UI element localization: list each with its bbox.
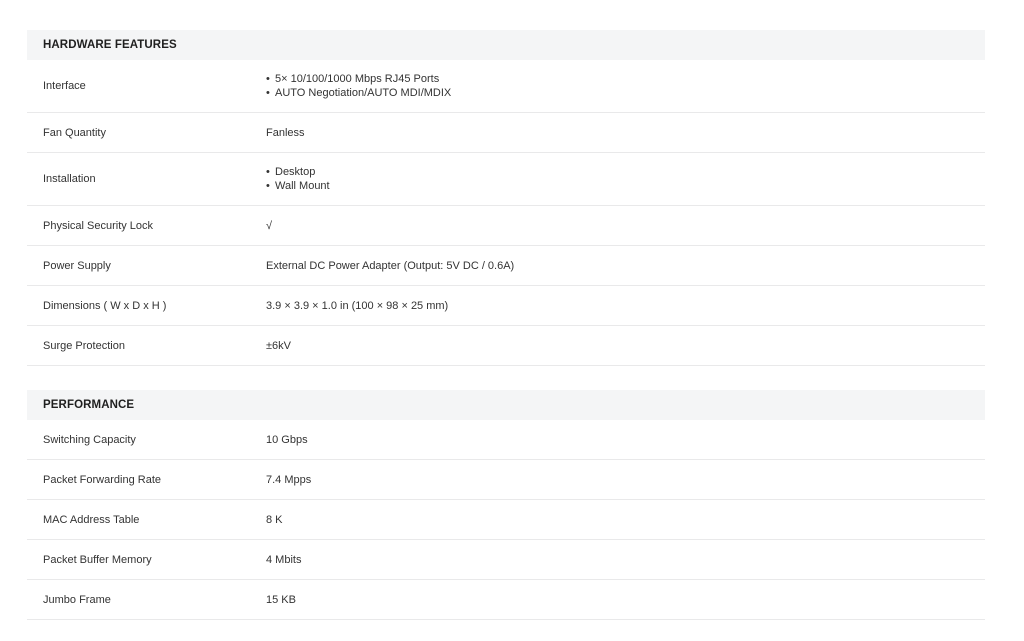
spec-label: Jumbo Frame	[43, 593, 111, 606]
spec-label: Installation	[43, 173, 96, 185]
section-title: HARDWARE FEATURES	[27, 30, 985, 60]
spec-value: 10 Gbps	[266, 433, 308, 446]
section-title: PERFORMANCE	[27, 390, 985, 420]
spec-label: Power Supply	[43, 259, 111, 272]
spec-table: HARDWARE FEATURES Interface 5× 10/100/10…	[27, 30, 985, 620]
spec-value: 4 Mbits	[266, 553, 302, 566]
spec-row-mac-address-table: MAC Address Table 8 K	[27, 500, 985, 540]
spec-value-bullet: Desktop	[266, 165, 985, 179]
spec-row-interface: Interface 5× 10/100/1000 Mbps RJ45 Ports…	[27, 60, 985, 113]
spec-label: Dimensions ( W x D x H )	[43, 299, 167, 312]
spec-value: ±6kV	[266, 339, 291, 352]
section-hardware-features: HARDWARE FEATURES Interface 5× 10/100/10…	[27, 30, 985, 366]
spec-row-fan-quantity: Fan Quantity Fanless	[27, 113, 985, 153]
spec-label: Packet Forwarding Rate	[43, 473, 161, 486]
spec-value-bullet: AUTO Negotiation/AUTO MDI/MDIX	[266, 86, 985, 100]
spec-value: 8 K	[266, 513, 283, 526]
spec-row-dimensions: Dimensions ( W x D x H ) 3.9 × 3.9 × 1.0…	[27, 286, 985, 326]
check-icon: √	[266, 219, 273, 232]
spec-label: Packet Buffer Memory	[43, 553, 152, 566]
spec-row-power-supply: Power Supply External DC Power Adapter (…	[27, 246, 985, 286]
spec-value: Fanless	[266, 126, 305, 139]
spec-row-surge-protection: Surge Protection ±6kV	[27, 326, 985, 366]
spec-row-packet-buffer-memory: Packet Buffer Memory 4 Mbits	[27, 540, 985, 580]
spec-label: Surge Protection	[43, 339, 125, 352]
spec-label: Switching Capacity	[43, 433, 136, 446]
spec-row-physical-security-lock: Physical Security Lock √	[27, 206, 985, 246]
spec-value: External DC Power Adapter (Output: 5V DC…	[266, 259, 515, 272]
spec-value: 7.4 Mpps	[266, 473, 312, 486]
spec-label: Interface	[43, 80, 86, 92]
spec-row-jumbo-frame: Jumbo Frame 15 KB	[27, 580, 985, 620]
spec-value-text: Wall Mount	[275, 180, 330, 192]
spec-row-switching-capacity: Switching Capacity 10 Gbps	[27, 420, 985, 460]
section-performance: PERFORMANCE Switching Capacity 10 Gbps P…	[27, 390, 985, 620]
spec-value-text: AUTO Negotiation/AUTO MDI/MDIX	[275, 87, 452, 99]
spec-value: 5× 10/100/1000 Mbps RJ45 Ports AUTO Nego…	[266, 72, 985, 100]
spec-row-packet-forwarding-rate: Packet Forwarding Rate 7.4 Mpps	[27, 460, 985, 500]
spec-row-installation: Installation Desktop Wall Mount	[27, 153, 985, 206]
spec-value: 15 KB	[266, 593, 296, 606]
spec-value-text: Desktop	[275, 166, 316, 178]
spec-label: MAC Address Table	[43, 513, 140, 526]
spec-value-bullet: 5× 10/100/1000 Mbps RJ45 Ports	[266, 72, 985, 86]
spec-label: Physical Security Lock	[43, 219, 154, 232]
spec-value-text: 5× 10/100/1000 Mbps RJ45 Ports	[275, 73, 440, 85]
spec-value: Desktop Wall Mount	[266, 165, 985, 193]
spec-value: 3.9 × 3.9 × 1.0 in (100 × 98 × 25 mm)	[266, 299, 449, 312]
spec-label: Fan Quantity	[43, 126, 106, 139]
spec-value-bullet: Wall Mount	[266, 179, 985, 193]
